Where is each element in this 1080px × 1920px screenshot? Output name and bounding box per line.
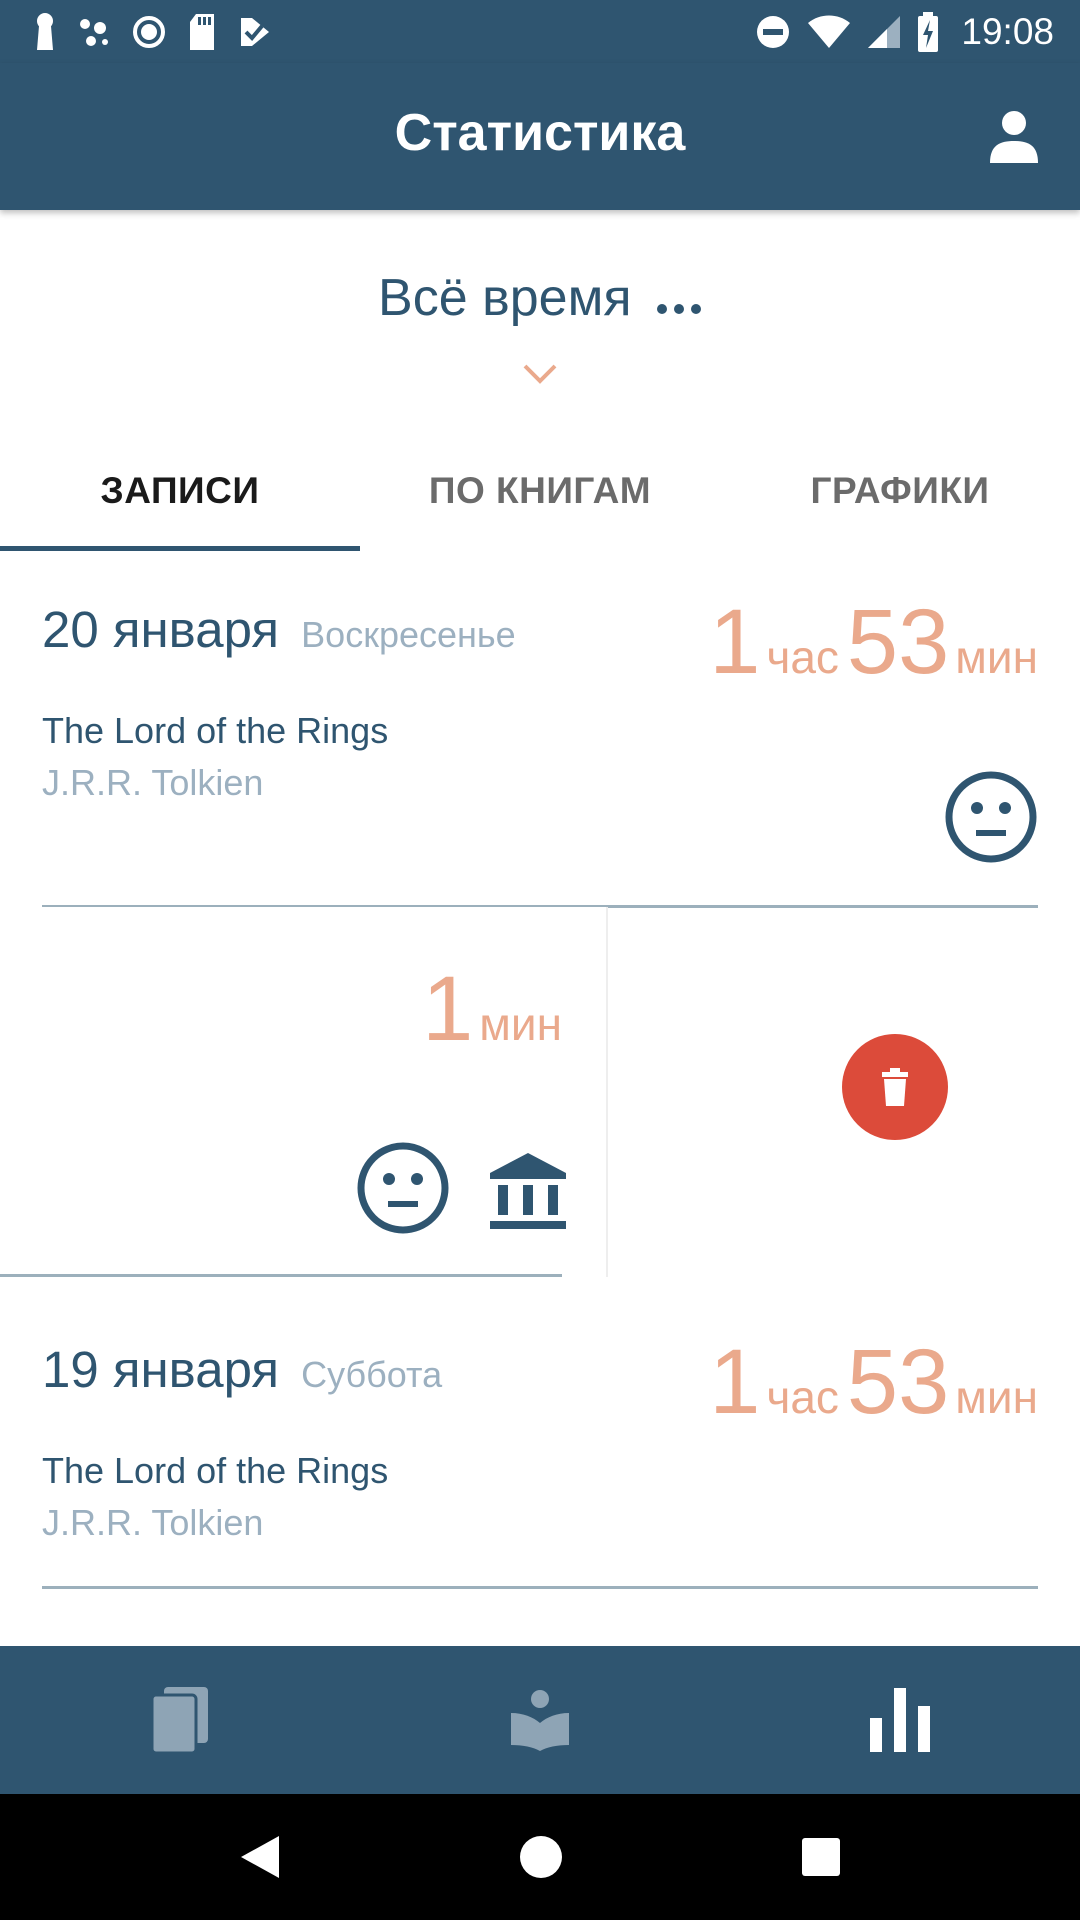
divider (0, 1274, 562, 1277)
book-author: J.R.R. Tolkien (42, 1502, 264, 1543)
page-title: Статистика (394, 104, 686, 162)
notification-icons (34, 12, 272, 52)
tab-records[interactable]: ЗАПИСИ (0, 440, 360, 552)
date-text: 19 января (42, 1341, 279, 1398)
tab-bar: ЗАПИСИ ПО КНИГАМ ГРАФИКИ (0, 440, 1080, 552)
neutral-face-icon[interactable] (356, 1141, 450, 1235)
weekday-text: Воскресенье (301, 614, 516, 655)
weekday-text: Суббота (301, 1354, 443, 1395)
app-bar: Статистика (0, 63, 1080, 210)
sd-card-icon (190, 14, 214, 50)
battery-charging-icon (918, 12, 939, 52)
list-item[interactable]: 19 января Суббота 1 час53 мин The Lord of … (0, 1290, 1080, 1590)
more-dots-icon[interactable] (656, 302, 702, 320)
book-title: The Lord of the Rings (42, 1450, 389, 1491)
divider (42, 1586, 1038, 1589)
book-title: The Lord of the Rings (42, 710, 389, 751)
profile-button[interactable] (984, 107, 1044, 167)
tab-by-books[interactable]: ПО КНИГАМ (360, 440, 720, 552)
list-item[interactable]: 20 января Воскресенье 1 час53 мин The Lord… (0, 552, 1080, 907)
minutes-value: 1 (422, 958, 474, 1060)
minutes-unit: мин (955, 1371, 1038, 1423)
list-item[interactable]: 1 мин (0, 907, 608, 1277)
period-label: Всё время (378, 269, 632, 327)
entry-date: 20 января Воскресенье (42, 600, 516, 659)
neutral-face-icon[interactable] (944, 770, 1038, 864)
nav-reading[interactable] (360, 1646, 720, 1794)
date-text: 20 января (42, 601, 279, 658)
record-icon (133, 16, 165, 48)
minutes-value: 53 (846, 591, 950, 693)
hours-value: 1 (709, 1331, 761, 1433)
back-icon[interactable] (239, 1834, 281, 1880)
home-icon[interactable] (519, 1835, 563, 1879)
minutes-unit: мин (479, 998, 562, 1050)
hours-unit: час (766, 1371, 839, 1423)
person-icon (990, 111, 1038, 163)
entry-duration: 1 мин (422, 957, 562, 1062)
status-bar: 19:08 (0, 0, 1080, 63)
system-navigation-bar (0, 1794, 1080, 1920)
assistant-icon (80, 19, 108, 46)
system-indicators: 19:08 (755, 10, 1054, 54)
recents-icon[interactable] (801, 1837, 841, 1877)
books-icon (152, 1687, 208, 1753)
do-not-disturb-icon (757, 16, 790, 48)
entry-date: 19 января Суббота (42, 1340, 442, 1399)
keyhole-icon (37, 13, 53, 50)
reading-icon (511, 1690, 569, 1751)
chevron-down-icon[interactable] (522, 362, 558, 386)
hours-unit: час (766, 631, 839, 683)
bar-chart-icon (870, 1688, 930, 1752)
library-icon[interactable] (488, 1151, 568, 1231)
clock: 19:08 (961, 11, 1054, 52)
entry-duration: 1 час53 мин (709, 1330, 1038, 1435)
minutes-value: 53 (846, 1331, 950, 1433)
book-author: J.R.R. Tolkien (42, 762, 264, 803)
task-check-icon (241, 18, 269, 46)
nav-books[interactable] (0, 1646, 360, 1794)
cell-signal-icon (868, 16, 901, 48)
nav-statistics[interactable] (720, 1646, 1080, 1794)
tab-charts[interactable]: ГРАФИКИ (720, 440, 1080, 552)
bottom-navigation (0, 1646, 1080, 1794)
trash-icon (882, 1068, 908, 1106)
minutes-unit: мин (955, 631, 1038, 683)
tab-indicator (0, 546, 360, 551)
delete-button[interactable] (842, 1034, 948, 1140)
entry-duration: 1 час53 мин (709, 590, 1038, 695)
wifi-icon (808, 15, 851, 48)
period-selector[interactable]: Всё время (0, 268, 1080, 328)
hours-value: 1 (709, 591, 761, 693)
